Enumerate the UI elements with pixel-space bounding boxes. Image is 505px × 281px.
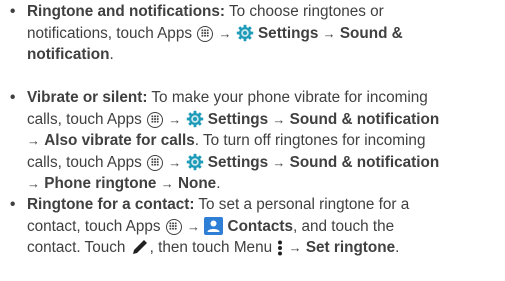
arrow-icon: → [168,154,182,170]
bullet: • [10,3,16,20]
bullet: • [10,89,16,106]
text-line: calls, touch Apps → Settings → Sound & n… [27,109,505,131]
text-segment: Sound & [339,24,403,42]
arrow-icon: → [288,240,302,255]
arrow-icon: → [168,111,182,127]
apps-icon [197,25,214,42]
arrow-icon: → [218,25,232,41]
bullet: • [10,196,16,213]
text-segment: To make your phone vibrate for incoming [147,89,428,106]
contacts-label: Contacts [227,217,293,235]
item-text: Ringtone and notifications: To choose ri… [27,1,505,66]
apps-icon [147,154,164,171]
text-segment: , then touch Menu [149,239,273,256]
arrow-icon: → [160,176,174,191]
text-segment: calls, touch Apps [27,153,142,171]
settings-gear-icon [236,24,254,42]
arrow-icon: → [27,176,40,191]
apps-icon [165,218,182,235]
item-heading: Vibrate or silent: [27,89,148,106]
arrow-icon: → [187,218,201,234]
settings-label: Settings [257,24,319,42]
text-segment: Phone ringtone [44,175,157,192]
settings-label: Settings [207,153,269,171]
item-heading: Ringtone and notifications: [27,3,225,20]
text-segment: . [109,46,114,63]
arrow-icon: → [272,111,286,127]
text-segment: . [395,239,400,256]
apps-icon [147,111,164,128]
text-line: Vibrate or silent: To make your phone vi… [27,87,505,109]
text-segment: Sound & notification [289,110,440,128]
text-segment: . [216,175,221,192]
text-segment: contact. Touch [27,239,126,256]
item-heading: Ringtone for a contact: [27,196,195,213]
text-segment: To choose ringtones or [225,3,384,20]
contacts-icon [204,216,224,235]
text-line: contact. Touch , then touch Menu → Set r… [27,237,505,259]
text-segment: Sound & notification [289,153,440,171]
instruction-page: • Ringtone and notifications: To choose … [0,0,505,281]
item-text: Vibrate or silent: To make your phone vi… [27,87,505,195]
text-segment: calls, touch Apps [27,110,142,128]
settings-gear-icon [186,153,204,171]
text-segment: notification [27,46,110,63]
text-segment: Set ringtone [305,239,396,256]
text-line: Ringtone for a contact: To set a persona… [27,194,505,216]
text-line: notifications, touch Apps → Settings → S… [27,23,505,45]
arrow-icon: → [322,25,336,41]
text-segment: notifications, touch Apps [27,24,192,42]
text-segment: None [177,175,217,192]
item-text: Ringtone for a contact: To set a persona… [27,194,505,259]
arrow-icon: → [272,154,286,170]
text-line: → Also vibrate for calls. To turn off ri… [27,130,505,152]
text-line: Ringtone and notifications: To choose ri… [27,1,505,23]
text-segment: , and touch the [292,217,395,235]
text-line: contact, touch Apps → Contacts, and touc… [27,216,505,238]
text-line: calls, touch Apps → Settings → Sound & n… [27,152,505,174]
menu-more-icon [277,240,283,256]
settings-label: Settings [207,110,269,128]
text-segment: contact, touch Apps [27,217,161,235]
text-segment: . To turn off ringtones for incoming [194,132,426,149]
arrow-icon: → [27,133,40,148]
text-line: → Phone ringtone → None. [27,173,505,195]
settings-gear-icon [186,110,204,128]
text-segment: Also vibrate for calls [44,132,195,149]
text-segment: To set a personal ringtone for a [194,196,410,213]
edit-pencil-icon [130,238,150,256]
text-line: notification. [27,44,505,66]
